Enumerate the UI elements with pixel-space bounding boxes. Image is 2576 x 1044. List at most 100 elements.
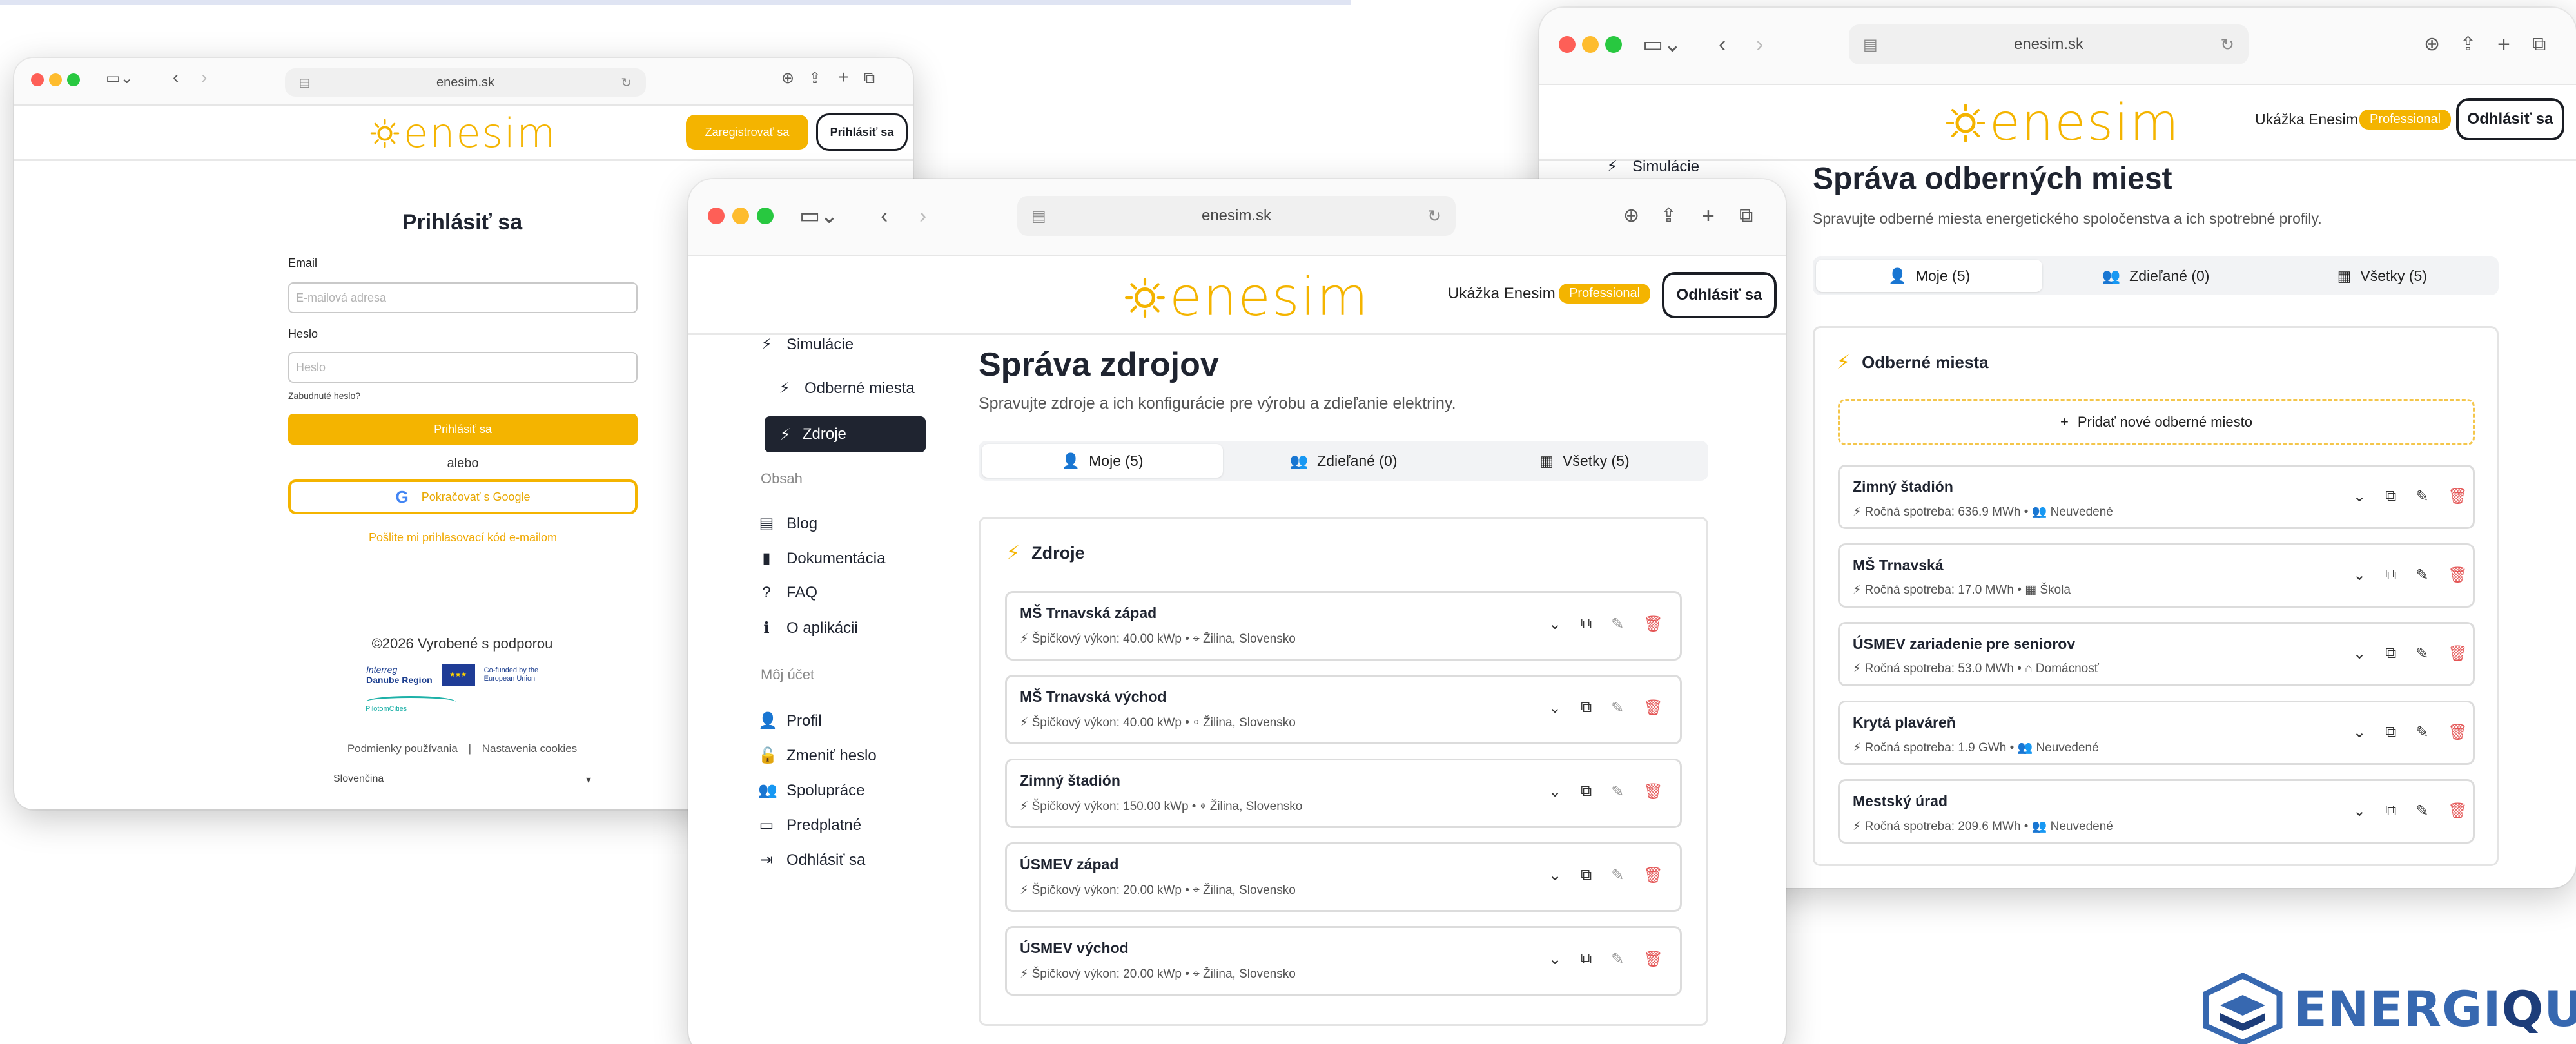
close-window-button[interactable] [31,73,44,86]
back-icon[interactable]: ‹ [1719,30,1726,59]
delete-icon[interactable]: 🗑 [1643,615,1663,633]
share-icon[interactable]: ⇪ [1661,201,1677,231]
terms-link[interactable]: Podmienky používania [347,742,458,755]
sidebar-item-subscription[interactable]: ▭ Predplatné [758,816,861,835]
sidebar-item-simulations[interactable]: ⚡ Simulácie [1604,157,1699,176]
register-button[interactable]: Zaregistrovať sa [686,115,808,150]
new-tab-icon[interactable]: + [1702,201,1715,231]
point-card[interactable]: MŠ Trnavská ⚡ Ročná spotreba: 17.0 MWh •… [1838,543,2475,608]
edit-icon[interactable]: ✎ [2415,566,2428,585]
copy-icon[interactable]: ⧉ [2385,802,2396,820]
share-icon[interactable]: ⇪ [808,67,821,90]
add-point-button[interactable]: + Pridať nové odberné miesto [1838,399,2475,445]
language-select[interactable]: Slovenčina ▾ [333,773,591,786]
user-name[interactable]: Ukážka Enesim [1448,285,1556,303]
login-submit-button[interactable]: Prihlásiť sa [288,414,638,445]
maximize-window-button[interactable] [67,73,80,86]
google-login-button[interactable]: G Pokračovať s Google [288,479,638,514]
copy-icon[interactable]: ⧉ [1581,782,1592,801]
user-name[interactable]: Ukážka Enesim [2255,111,2358,128]
tabs-overview-icon[interactable]: ⧉ [2532,30,2546,59]
enesim-logo[interactable]: enesim [1124,267,1369,328]
delete-icon[interactable]: 🗑 [1643,950,1663,969]
enesim-logo[interactable]: enesim [370,110,557,157]
forward-icon[interactable]: › [919,201,926,231]
sidebar-item-faq[interactable]: ? FAQ [758,584,817,602]
login-header-button[interactable]: Prihlásiť sa [816,113,908,151]
delete-icon[interactable]: 🗑 [2448,723,2467,742]
delete-icon[interactable]: 🗑 [2448,487,2467,506]
close-window-button[interactable] [1559,36,1576,53]
edit-icon[interactable]: ✎ [2415,723,2428,742]
tab-all[interactable]: ▦ Všetky (5) [1464,444,1705,478]
reload-icon[interactable]: ↻ [621,75,632,91]
edit-icon[interactable]: ✎ [2415,802,2428,820]
delete-icon[interactable]: 🗑 [2448,802,2467,820]
sidebar-item-change-password[interactable]: 🔓 Zmeniť heslo [758,746,877,765]
cookies-link[interactable]: Nastavenia cookies [482,742,577,755]
maximize-window-button[interactable] [1605,36,1622,53]
sidebar-item-profile[interactable]: 👤 Profil [758,711,822,730]
address-bar[interactable]: ▤ enesim.sk ↻ [1849,24,2249,64]
close-window-button[interactable] [708,208,725,224]
copy-icon[interactable]: ⧉ [1581,950,1592,969]
edit-icon[interactable]: ✎ [1611,699,1624,717]
tab-mine[interactable]: 👤 Moje (5) [1816,260,2043,292]
edit-icon[interactable]: ✎ [2415,487,2428,506]
tabs-overview-icon[interactable]: ⧉ [864,67,875,90]
download-icon[interactable]: ⊕ [1623,201,1639,231]
copy-icon[interactable]: ⧉ [2385,487,2396,506]
forward-icon[interactable]: › [201,66,207,89]
sidebar-item-docs[interactable]: ▮ Dokumentácia [758,549,885,568]
expand-icon[interactable]: ⌄ [1548,782,1561,801]
point-card[interactable]: Zimný štadión ⚡ Ročná spotreba: 636.9 MW… [1838,465,2475,529]
edit-icon[interactable]: ✎ [1611,866,1624,885]
download-icon[interactable]: ⊕ [2424,30,2440,59]
address-bar[interactable]: ▤ enesim.sk ↻ [285,68,646,97]
expand-icon[interactable]: ⌄ [2353,487,2366,506]
expand-icon[interactable]: ⌄ [1548,866,1561,885]
minimize-window-button[interactable] [1582,36,1599,53]
sidebar-item-collaboration[interactable]: 👥 Spolupráce [758,781,864,800]
reload-icon[interactable]: ↻ [1427,206,1441,226]
download-icon[interactable]: ⊕ [781,67,794,90]
delete-icon[interactable]: 🗑 [2448,644,2467,663]
minimize-window-button[interactable] [732,208,749,224]
copy-icon[interactable]: ⧉ [1581,615,1592,633]
expand-icon[interactable]: ⌄ [2353,723,2366,742]
sidebar-item-blog[interactable]: ▤ Blog [758,514,817,533]
minimize-window-button[interactable] [49,73,62,86]
forward-icon[interactable]: › [1756,30,1763,59]
copy-icon[interactable]: ⧉ [2385,723,2396,742]
back-icon[interactable]: ‹ [881,201,888,231]
new-tab-icon[interactable]: + [2497,30,2510,59]
point-card[interactable]: Krytá plaváreň ⚡ Ročná spotreba: 1.9 GWh… [1838,701,2475,765]
edit-icon[interactable]: ✎ [2415,644,2428,663]
delete-icon[interactable]: 🗑 [1643,699,1663,717]
maximize-window-button[interactable] [757,208,774,224]
delete-icon[interactable]: 🗑 [1643,782,1663,801]
copy-icon[interactable]: ⧉ [2385,644,2396,663]
edit-icon[interactable]: ✎ [1611,615,1624,633]
forgot-password-link[interactable]: Zabudnuté heslo? [288,391,360,401]
copy-icon[interactable]: ⧉ [1581,866,1592,885]
point-card[interactable]: ÚSMEV zariadenie pre seniorov ⚡ Ročná sp… [1838,622,2475,686]
share-icon[interactable]: ⇪ [2460,30,2476,59]
source-card[interactable]: MŠ Trnavská východ ⚡ Špičkový výkon: 40.… [1005,675,1682,744]
back-icon[interactable]: ‹ [173,66,179,89]
sidebar-toggle-icon[interactable]: ▭⌄ [799,201,839,231]
sidebar-toggle-icon[interactable]: ▭⌄ [106,67,133,90]
tab-all[interactable]: ▦ Všetky (5) [2269,260,2495,292]
delete-icon[interactable]: 🗑 [2448,566,2467,585]
edit-icon[interactable]: ✎ [1611,950,1624,969]
point-card[interactable]: Mestský úrad ⚡ Ročná spotreba: 209.6 MWh… [1838,779,2475,844]
expand-icon[interactable]: ⌄ [2353,644,2366,663]
tab-mine[interactable]: 👤 Moje (5) [982,444,1223,478]
source-card[interactable]: ÚSMEV západ ⚡ Špičkový výkon: 20.00 kWp … [1005,842,1682,912]
sidebar-item-logout[interactable]: ⇥ Odhlásiť sa [758,851,865,869]
email-field[interactable]: E-mailová adresa [288,282,638,313]
sidebar-item-sources[interactable]: ⚡ Zdroje [765,416,926,452]
tab-shared[interactable]: 👥 Zdieľané (0) [2042,260,2269,292]
source-card[interactable]: Zimný štadión ⚡ Špičkový výkon: 150.00 k… [1005,759,1682,828]
logout-button[interactable]: Odhlásiť sa [1662,272,1777,318]
